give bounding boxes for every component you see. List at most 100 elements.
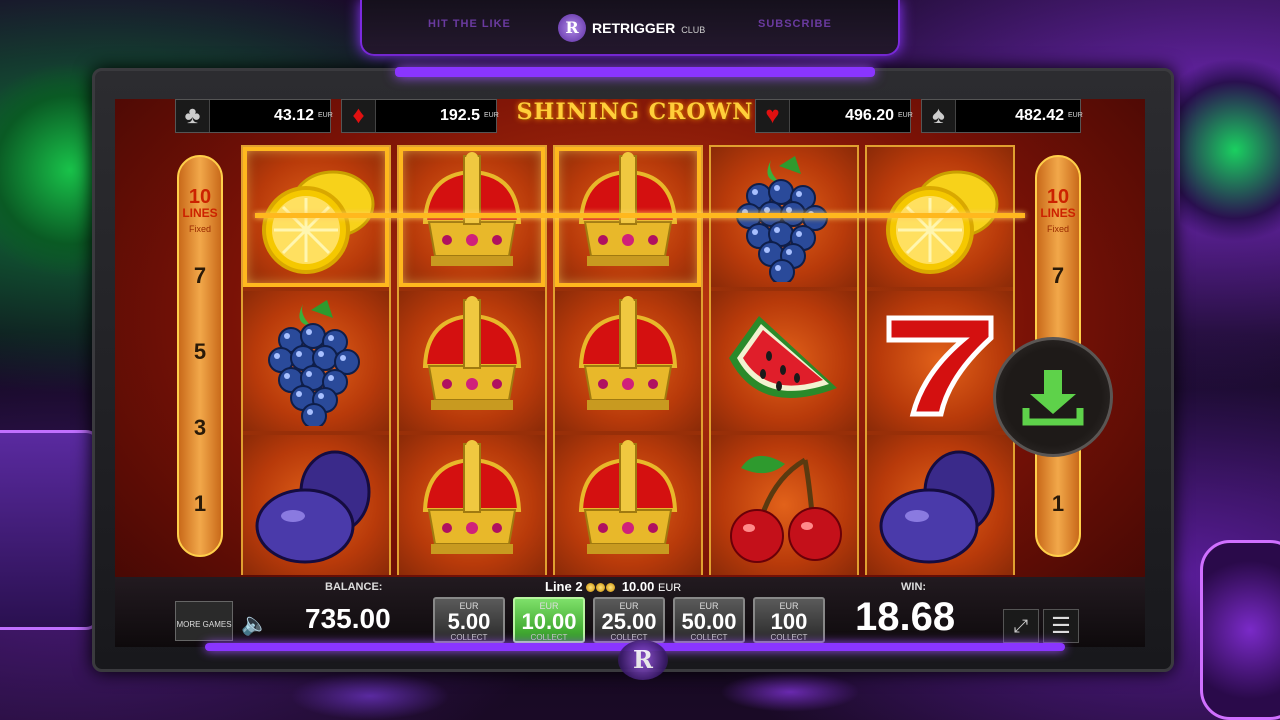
like-link[interactable]: HIT THE LIKE [428,18,511,30]
balance-label: BALANCE: [325,581,383,593]
stream-scene: HIT THE LIKE R RETRIGGER CLUB SUBSCRIBE … [0,0,1280,720]
stake-amount: 50.00 [681,609,737,634]
reel-4 [709,145,859,575]
subscribe-link[interactable]: SUBSCRIBE [758,18,832,30]
hearts-icon: ♥ [756,100,790,132]
seven-icon [886,315,994,417]
hamburger-menu-icon[interactable]: ☰ [1043,609,1079,643]
stake-amount: 5.00 [447,609,491,634]
reel-symbol-cell [867,435,1013,575]
clubs-icon: ♣ [176,100,210,132]
cherries-icon [730,455,842,563]
chips-decoration [720,672,860,712]
reel-symbol-cell [711,291,857,431]
stake-button[interactable]: EUR 10.00 COLLECT [513,597,585,643]
fixed-label: Fixed [1046,224,1069,234]
reel-5 [865,145,1015,575]
stake-action: COLLECT [770,633,808,642]
line-currency: EUR [658,582,682,594]
winning-payline [255,213,1025,218]
line-number: 3 [193,415,207,440]
reel-symbol-cell [399,291,545,431]
jackpot-diamonds: ♦ 192.5 EUR [341,99,499,133]
jackpot-clubs: ♣ 43.12 EUR [175,99,333,133]
casino-sign-decoration [1200,540,1280,720]
fixed-label: Fixed [188,224,211,234]
stake-action: COLLECT [530,633,568,642]
win-value: 18.68 [855,595,956,639]
diamonds-icon: ♦ [342,100,376,132]
stake-button[interactable]: EUR 50.00 COLLECT [673,597,745,643]
jackpot-currency: EUR [898,112,913,119]
line-number: 1 [1051,491,1065,516]
plum-icon [255,450,371,564]
jackpot-currency: EUR [1068,112,1083,119]
lines-count: 10 [1046,186,1070,208]
jackpot-spades: ♠ 482.42 EUR [921,99,1083,133]
stream-top-bar: HIT THE LIKE R RETRIGGER CLUB SUBSCRIBE [360,0,900,56]
speaker-icon[interactable]: 🔈 [241,611,269,639]
jackpot-currency: EUR [318,112,333,119]
letter-r-decoration [1180,50,1280,250]
more-games-button[interactable]: MORE GAMES [175,601,233,641]
stake-action: COLLECT [690,633,728,642]
line-label: Line 2 [545,579,583,594]
jackpot-hearts: ♥ 496.20 EUR [755,99,913,133]
reel-symbol-cell [243,435,389,575]
brand-logo: R [558,14,586,42]
balance-value: 735.00 [305,603,391,634]
left-lines-panel: 10 LINES Fixed 7 5 3 1 [177,155,223,557]
lines-label: LINES [182,206,218,220]
jackpot-value: 192.5 [439,107,480,124]
brand: R RETRIGGER CLUB [558,14,705,42]
line-number: 1 [193,491,207,516]
reel-symbol-cell [867,291,1013,431]
game-frame: ♣ 43.12 EUR ♦ 192.5 EUR SHINING CROWN ♥ … [92,67,1174,672]
clover-bottom-decoration [290,672,450,720]
watermelon-icon [729,316,837,398]
slot-game: ♣ 43.12 EUR ♦ 192.5 EUR SHINING CROWN ♥ … [115,99,1145,647]
jackpot-currency: EUR [484,112,499,119]
crown-icon [422,296,522,410]
spades-icon: ♠ [922,100,956,132]
download-button[interactable] [993,337,1113,457]
reel-symbol-cell [399,435,545,575]
brand-suffix: CLUB [681,25,706,35]
stake-amount: 10.00 [521,609,577,634]
jackpot-value: 43.12 [273,107,314,124]
reel-symbol-cell [555,291,701,431]
line-number: 7 [193,263,207,288]
lines-info: 10 LINES Fixed [179,186,221,237]
lines-count: 10 [188,186,212,208]
lines-info: 10 LINES Fixed [1037,186,1079,237]
game-title: SHINING CROWN [516,99,754,125]
plum-icon [879,450,995,564]
download-arrow-icon [1022,370,1084,426]
reel-symbol-cell [711,435,857,575]
stake-button[interactable]: EUR 5.00 COLLECT [433,597,505,643]
jackpot-value: 482.42 [1015,107,1064,124]
crown-icon [422,440,522,554]
reel-symbol-cell [243,291,389,431]
stake-button[interactable]: EUR 100 COLLECT [753,597,825,643]
stake-button[interactable]: EUR 25.00 COLLECT [593,597,665,643]
watermark-logo: R [618,640,668,680]
line-bet-info: Line 2 10.00 EUR [545,579,681,594]
reel-2 [397,145,547,575]
line-number: 7 [1051,263,1065,288]
stake-amount: 100 [770,609,808,634]
line-amount: 10.00 [621,579,655,594]
jackpot-value: 496.20 [845,107,894,124]
reel-3 [553,145,703,575]
grapes-icon [268,300,360,426]
crown-icon [578,440,678,554]
bottom-bar: MORE GAMES 🔈 BALANCE: 735.00 Line 2 10.0… [115,577,1145,647]
slot-machine-decoration [0,430,100,630]
line-number: 5 [193,339,207,364]
reel-symbol-cell [555,435,701,575]
stake-amount: 25.00 [601,609,657,634]
crown-icon [578,296,678,410]
stake-action: COLLECT [450,633,488,642]
fullscreen-icon[interactable]: ⤢ [1003,609,1039,643]
brand-name: RETRIGGER [592,20,676,36]
